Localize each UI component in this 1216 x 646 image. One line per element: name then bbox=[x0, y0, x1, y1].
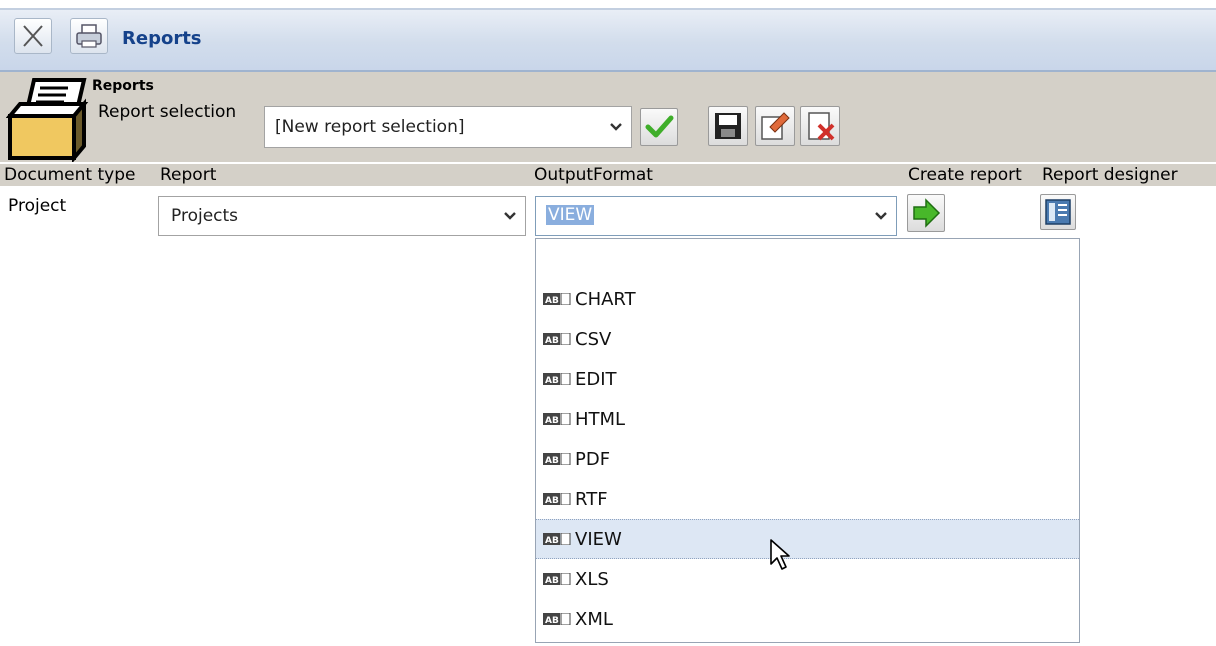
chevron-down-icon[interactable] bbox=[601, 107, 631, 147]
close-icon bbox=[23, 25, 43, 47]
dropdown-option-rtf[interactable]: AB RTF bbox=[536, 479, 1079, 519]
save-selection-button[interactable] bbox=[708, 106, 748, 146]
column-header-report-designer: Report designer bbox=[1038, 164, 1216, 186]
document-type-value: Project bbox=[8, 196, 67, 216]
report-selection-combo[interactable]: [New report selection] bbox=[264, 106, 632, 148]
dropdown-option-xml[interactable]: AB XML bbox=[536, 599, 1079, 639]
rename-selection-button[interactable] bbox=[755, 106, 795, 146]
dropdown-option-label: RTF bbox=[575, 488, 608, 510]
dropdown-option-label: XLS bbox=[575, 568, 609, 590]
svg-text:AB: AB bbox=[545, 576, 559, 585]
dropdown-option-view[interactable]: AB VIEW bbox=[536, 519, 1079, 570]
delete-icon bbox=[808, 112, 835, 141]
dropdown-option-label: HTML bbox=[575, 408, 626, 430]
svg-text:AB: AB bbox=[545, 336, 559, 345]
text-field-icon: AB bbox=[543, 453, 571, 465]
text-field-icon: AB bbox=[543, 413, 571, 425]
dropdown-option-csv[interactable]: AB CSV bbox=[536, 319, 1079, 359]
text-field-icon: AB bbox=[543, 493, 571, 505]
report-selection-label: Report selection bbox=[98, 102, 237, 122]
printer-report-icon bbox=[6, 78, 89, 162]
checkmark-icon bbox=[645, 115, 674, 138]
print-button[interactable] bbox=[70, 18, 108, 54]
svg-text:AB: AB bbox=[545, 416, 559, 425]
output-format-combo[interactable]: VIEW bbox=[535, 196, 897, 236]
text-field-icon: AB bbox=[543, 333, 571, 345]
dropdown-option-label: PDF bbox=[575, 448, 611, 470]
text-field-icon: AB bbox=[543, 573, 571, 585]
report-designer-button[interactable] bbox=[1040, 194, 1076, 230]
report-combo-value: Projects bbox=[171, 206, 239, 226]
column-header-report: Report bbox=[156, 164, 530, 186]
dropdown-option-html[interactable]: AB HTML bbox=[536, 399, 1079, 439]
output-format-dropdown-list[interactable]: AB CHART AB CSV AB EDIT AB HTML AB PDF A… bbox=[535, 238, 1080, 643]
output-format-value[interactable]: VIEW bbox=[546, 205, 595, 225]
text-field-icon: AB bbox=[543, 533, 571, 545]
section-title: Reports bbox=[92, 78, 154, 94]
report-selection-value: [New report selection] bbox=[275, 117, 465, 137]
dropdown-option-pdf[interactable]: AB PDF bbox=[536, 439, 1079, 479]
svg-text:AB: AB bbox=[545, 456, 559, 465]
text-field-icon: AB bbox=[543, 373, 571, 385]
close-button[interactable] bbox=[14, 18, 52, 54]
text-field-icon: AB bbox=[543, 613, 571, 625]
dropdown-option-edit[interactable]: AB EDIT bbox=[536, 359, 1079, 399]
column-header-document-type: Document type bbox=[0, 164, 156, 186]
dropdown-option-empty[interactable] bbox=[536, 239, 1079, 279]
svg-text:AB: AB bbox=[545, 496, 559, 505]
column-header-output-format: OutputFormat bbox=[530, 164, 904, 186]
svg-text:AB: AB bbox=[545, 376, 559, 385]
save-icon bbox=[715, 113, 741, 139]
arrow-right-icon bbox=[913, 198, 941, 228]
delete-selection-button[interactable] bbox=[800, 106, 840, 146]
rename-icon bbox=[761, 112, 790, 140]
printer-icon bbox=[76, 24, 102, 48]
svg-text:AB: AB bbox=[545, 536, 559, 545]
dropdown-option-label: EDIT bbox=[575, 368, 617, 390]
dropdown-option-label: VIEW bbox=[575, 528, 622, 550]
dropdown-option-chart[interactable]: AB CHART bbox=[536, 279, 1079, 319]
chevron-down-icon[interactable] bbox=[866, 197, 896, 235]
svg-text:AB: AB bbox=[545, 296, 559, 305]
dropdown-option-label: XML bbox=[575, 608, 613, 630]
dropdown-option-xls[interactable]: AB XLS bbox=[536, 559, 1079, 599]
apply-selection-button[interactable] bbox=[640, 108, 678, 146]
dropdown-option-label: CHART bbox=[575, 288, 636, 310]
create-report-button[interactable] bbox=[907, 194, 945, 232]
text-field-icon: AB bbox=[543, 293, 571, 305]
report-combo[interactable]: Projects bbox=[158, 196, 526, 236]
window-title: Reports bbox=[122, 28, 202, 49]
chevron-down-icon[interactable] bbox=[495, 197, 525, 235]
svg-text:AB: AB bbox=[545, 616, 559, 625]
column-header-create-report: Create report bbox=[904, 164, 1038, 186]
dropdown-option-label: CSV bbox=[575, 328, 612, 350]
report-designer-icon bbox=[1045, 199, 1071, 225]
